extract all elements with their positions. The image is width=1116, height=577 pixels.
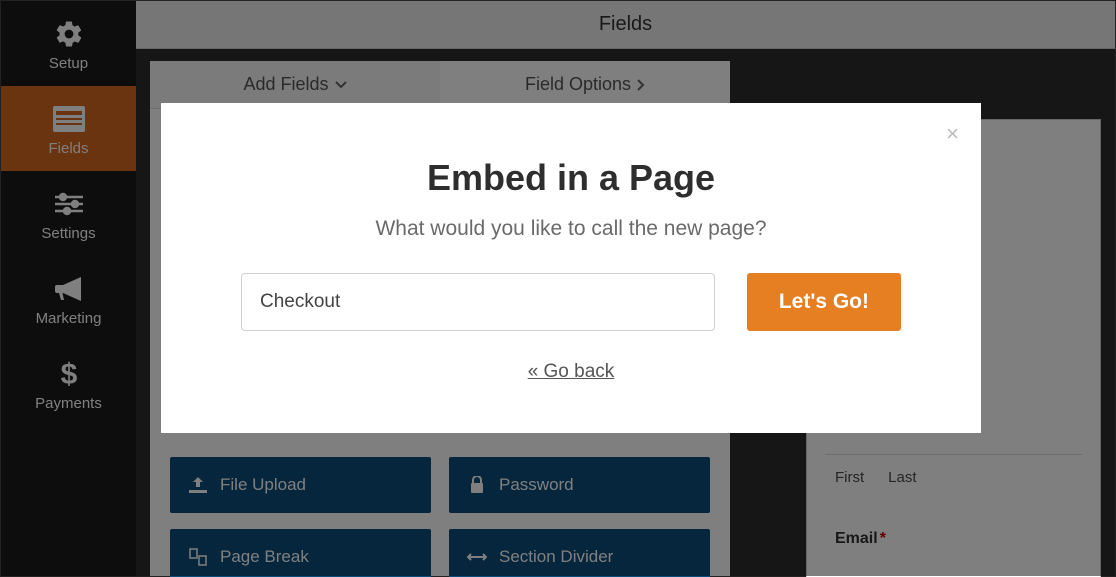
lets-go-button[interactable]: Let's Go! [747, 273, 901, 331]
modal-subtitle: What would you like to call the new page… [241, 217, 901, 241]
app-root: Setup Fields Settings Marketing $ Paymen… [0, 0, 1116, 577]
go-back-link[interactable]: « Go back [241, 361, 901, 383]
close-icon[interactable]: × [946, 121, 959, 147]
modal-title: Embed in a Page [241, 157, 901, 199]
modal-input-row: Let's Go! [241, 273, 901, 331]
page-name-input[interactable] [241, 273, 715, 331]
embed-modal: × Embed in a Page What would you like to… [161, 103, 981, 433]
